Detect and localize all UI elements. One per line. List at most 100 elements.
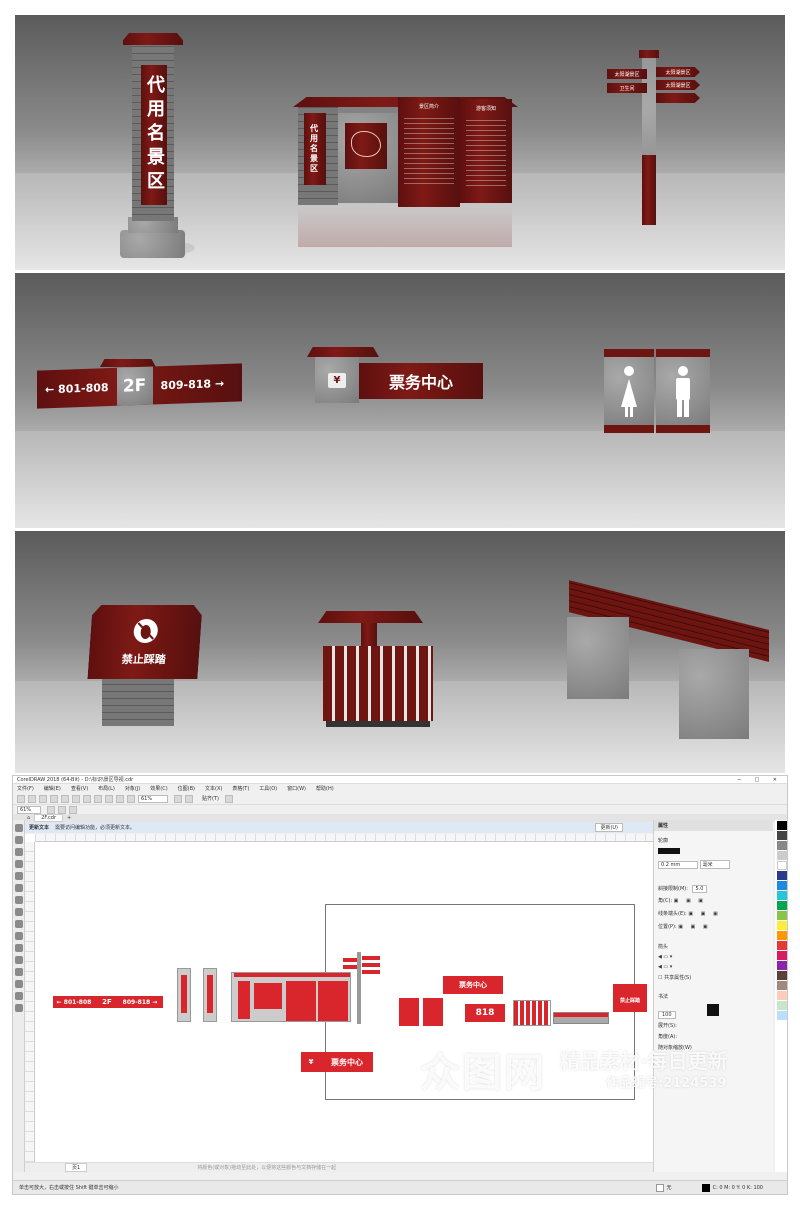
paste-icon[interactable]	[83, 794, 91, 803]
menu-window[interactable]: 窗口(W)	[287, 785, 306, 792]
parallel-dimension-icon[interactable]	[15, 932, 23, 940]
corner-label: 角(C):	[658, 898, 673, 904]
cut-icon[interactable]	[61, 794, 69, 803]
options-icon[interactable]	[224, 794, 233, 803]
outline-width[interactable]: 0.2 mm	[658, 861, 698, 869]
full-screen-icon[interactable]	[174, 794, 182, 803]
swatch-14[interactable]	[777, 951, 787, 960]
undo-icon[interactable]	[94, 794, 102, 803]
connector-tool-icon[interactable]	[15, 944, 23, 952]
zoom-page-icon[interactable]	[69, 805, 77, 814]
pick-tool-icon[interactable]	[15, 824, 23, 832]
callig-value[interactable]: 100	[658, 1011, 676, 1019]
zoom-out-icon[interactable]	[58, 805, 66, 814]
save-icon[interactable]	[39, 794, 47, 803]
transparency-tool-icon[interactable]	[15, 968, 23, 976]
window-controls[interactable]: ─ □ ✕	[738, 777, 783, 783]
smart-fill-icon[interactable]	[15, 1004, 23, 1012]
thumb-818: 818	[475, 1008, 495, 1018]
freehand-tool-icon[interactable]	[15, 872, 23, 880]
watermark-code: 作品编号:2124539	[606, 1076, 727, 1091]
status-fill: 无	[666, 1185, 672, 1191]
new-icon[interactable]	[17, 794, 25, 803]
home-icon[interactable]: ⌂	[27, 815, 30, 821]
rectangle-tool-icon[interactable]	[15, 884, 23, 892]
thumb-trash-bin[interactable]	[513, 1000, 551, 1026]
swatch-19[interactable]	[777, 1001, 787, 1010]
color-palette[interactable]	[775, 820, 787, 1172]
angle-label: 角度(A):	[658, 1034, 678, 1040]
swatch-7[interactable]	[777, 881, 787, 890]
swatch-5[interactable]	[777, 861, 787, 870]
board-vertical-text: 代用名景区	[309, 124, 320, 174]
snap-to[interactable]: 贴齐(T)	[202, 795, 219, 802]
swatch-1[interactable]	[777, 821, 787, 830]
render-no-trampling: 禁止踩踏	[15, 531, 268, 773]
swatch-8[interactable]	[777, 891, 787, 900]
thumb-bench[interactable]	[553, 1012, 609, 1024]
menu-view[interactable]: 查看(V)	[71, 785, 88, 792]
menu-effects[interactable]: 效果(C)	[150, 785, 167, 792]
page-tab[interactable]: 页1	[65, 1163, 88, 1172]
doc-tab[interactable]: 2F.cdr	[34, 814, 64, 822]
export-icon[interactable]	[127, 794, 135, 803]
crop-tool-icon[interactable]	[15, 848, 23, 856]
swatch-3[interactable]	[777, 841, 787, 850]
menu-text[interactable]: 文本(X)	[205, 785, 222, 792]
polygon-tool-icon[interactable]	[15, 908, 23, 916]
thumb-pillar-1[interactable]	[177, 968, 191, 1022]
zoom-left[interactable]: 61%	[17, 805, 41, 814]
swatch-9[interactable]	[777, 901, 787, 910]
print-icon[interactable]	[50, 794, 58, 803]
text-tool-icon[interactable]	[15, 920, 23, 928]
menu-tools[interactable]: 工具(O)	[259, 785, 277, 792]
swatch-16[interactable]	[777, 971, 787, 980]
thumb-info-board[interactable]	[231, 972, 351, 1022]
outline-unit[interactable]: 毫米	[699, 860, 730, 869]
add-tab-icon[interactable]: +	[67, 815, 71, 821]
interactive-fill-icon[interactable]	[15, 992, 23, 1000]
menu-file[interactable]: 文件(F)	[17, 785, 34, 792]
male-icon	[676, 366, 690, 417]
copy-icon[interactable]	[72, 794, 80, 803]
swatch-2[interactable]	[777, 831, 787, 840]
thumb-pillar-2[interactable]	[203, 968, 217, 1022]
hint-update-button[interactable]: 更新(U)	[595, 823, 623, 832]
swatch-17[interactable]	[777, 981, 787, 990]
ellipse-tool-icon[interactable]	[15, 896, 23, 904]
zoom-select[interactable]: 61%	[138, 794, 168, 803]
swatch-20[interactable]	[777, 1011, 787, 1020]
blend-tool-icon[interactable]	[15, 956, 23, 964]
zoom-tool-icon[interactable]	[15, 860, 23, 868]
menu-layout[interactable]: 布局(L)	[98, 785, 115, 792]
swatch-4[interactable]	[777, 851, 787, 860]
horizontal-ruler[interactable]	[35, 834, 653, 842]
menu-bitmaps[interactable]: 位图(B)	[178, 785, 195, 792]
swatch-15[interactable]	[777, 961, 787, 970]
thumb-restroom-male[interactable]	[423, 998, 443, 1026]
thumb-post[interactable]	[357, 952, 361, 1024]
zoom-in-icon[interactable]	[47, 805, 55, 814]
swatch-11[interactable]	[777, 921, 787, 930]
swatch-10[interactable]	[777, 911, 787, 920]
render-pillar: 代用名景区	[15, 15, 268, 270]
drawing-area[interactable]: 更新文本 需要访问编辑功能，必须更新文本。 更新(U) ← 801-808 2F…	[25, 822, 653, 1172]
eyedropper-tool-icon[interactable]	[15, 980, 23, 988]
menu-object[interactable]: 对象(J)	[125, 785, 140, 792]
swatch-18[interactable]	[777, 991, 787, 1000]
menu-help[interactable]: 帮助(H)	[316, 785, 334, 792]
direction-3: 卫生间	[619, 85, 635, 92]
shape-tool-icon[interactable]	[15, 836, 23, 844]
menu-table[interactable]: 表格(T)	[232, 785, 249, 792]
redo-icon[interactable]	[105, 794, 113, 803]
swatch-6[interactable]	[777, 871, 787, 880]
rulers-icon[interactable]	[185, 794, 193, 803]
vertical-ruler[interactable]	[25, 842, 35, 1172]
menu-edit[interactable]: 编辑(E)	[44, 785, 61, 792]
open-icon[interactable]	[28, 794, 36, 803]
import-icon[interactable]	[116, 794, 124, 803]
miter-value[interactable]: 5.0	[691, 885, 708, 893]
swatch-12[interactable]	[777, 931, 787, 940]
thumb-restroom-female[interactable]	[399, 998, 419, 1026]
swatch-13[interactable]	[777, 941, 787, 950]
